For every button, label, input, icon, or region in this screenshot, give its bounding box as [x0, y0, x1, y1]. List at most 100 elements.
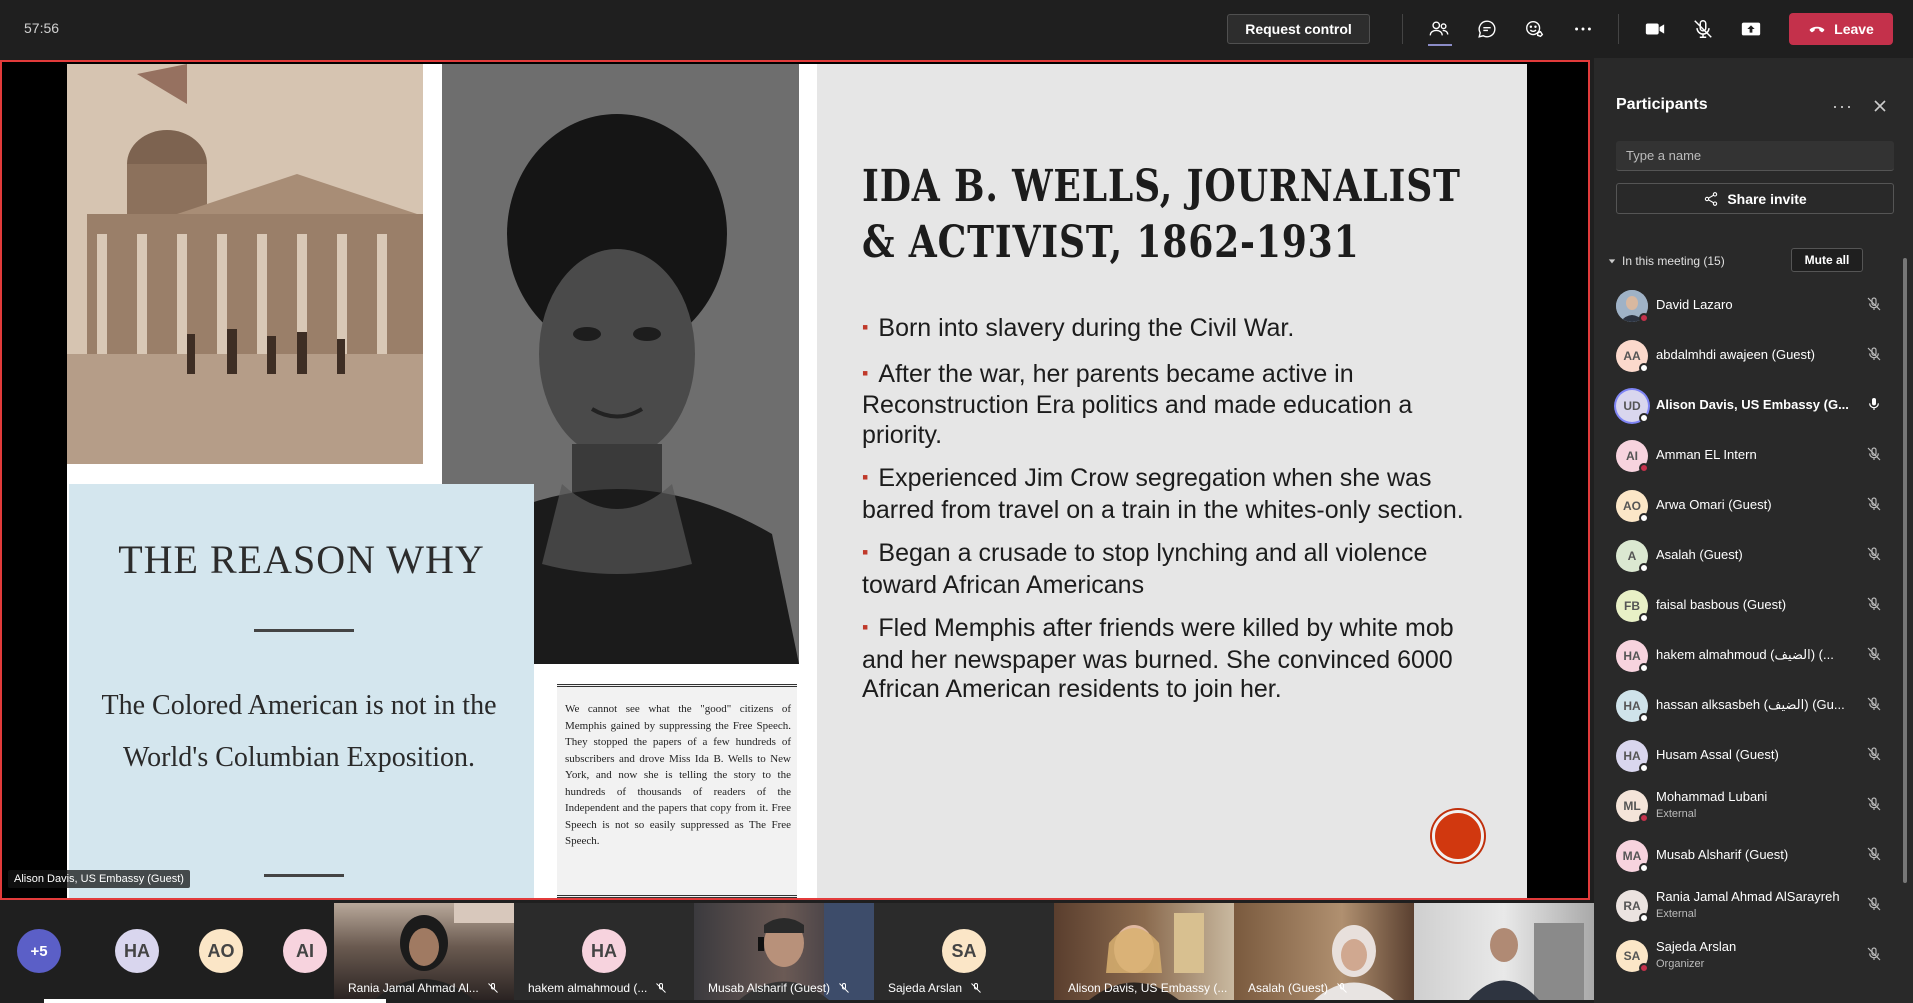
request-control-button[interactable]: Request control — [1227, 14, 1370, 44]
newspaper-clipping: We cannot see what the "good" citizens o… — [557, 684, 797, 898]
share-invite-button[interactable]: Share invite — [1616, 183, 1894, 214]
reactions-icon[interactable] — [1520, 14, 1550, 44]
mic-off-icon — [656, 983, 667, 993]
leave-label: Leave — [1834, 21, 1874, 37]
participant-row[interactable]: AI Amman EL Intern — [1594, 430, 1894, 480]
tile-name-label: Musab Alsharif (Guest) — [708, 981, 850, 995]
chat-icon[interactable] — [1472, 14, 1502, 44]
pamphlet-title: THE REASON WHY — [118, 537, 485, 582]
participant-tile[interactable]: SA Sajeda Arslan — [874, 903, 1054, 1000]
avatar: ML — [1616, 790, 1649, 823]
participant-video-tile[interactable] — [1414, 903, 1594, 1000]
tile-name-label: Rania Jamal Ahmad Al... — [348, 981, 499, 995]
mic-off-icon[interactable] — [1866, 296, 1882, 312]
participant-row[interactable]: HA Husam Assal (Guest) — [1594, 730, 1894, 780]
mic-off-icon[interactable] — [1866, 446, 1882, 462]
meeting-toolbar: 57:56 Request control Leave — [0, 0, 1913, 58]
mic-off-icon[interactable] — [1866, 546, 1882, 562]
participant-video-tile[interactable]: Alison Davis, US Embassy (... — [1054, 903, 1234, 1000]
strip-avatar-tile[interactable]: AO — [180, 903, 262, 1000]
participant-row[interactable]: RA Rania Jamal Ahmad AlSarayreh External — [1594, 880, 1894, 930]
mic-off-icon[interactable] — [1866, 946, 1882, 962]
presence-status-icon — [1639, 763, 1649, 773]
avatar: AO — [199, 929, 243, 973]
mic-off-icon[interactable] — [1688, 14, 1718, 44]
share-tray-icon[interactable] — [1736, 14, 1766, 44]
participant-search-input[interactable] — [1616, 141, 1894, 171]
mute-all-button[interactable]: Mute all — [1791, 248, 1863, 272]
in-meeting-section-header[interactable]: In this meeting (15) — [1608, 254, 1725, 268]
leave-button[interactable]: Leave — [1789, 13, 1893, 45]
participant-row[interactable]: SA Sajeda Arslan Organizer — [1594, 930, 1894, 980]
participant-name: Amman EL Intern — [1656, 447, 1757, 462]
presence-status-icon — [1639, 563, 1649, 573]
participant-role: Organizer — [1656, 958, 1705, 970]
participant-name: Mohammad Lubani — [1656, 789, 1768, 804]
video-strip: HA AO AI Rania Jamal Ahmad Al... HA hake… — [0, 903, 1594, 1003]
avatar: AO — [1616, 490, 1649, 523]
panel-more-icon[interactable]: ··· — [1832, 96, 1853, 117]
panel-scrollbar[interactable] — [1903, 258, 1907, 883]
mic-off-icon[interactable] — [1866, 646, 1882, 662]
avatar: HA — [115, 929, 159, 973]
shared-screen: THE REASON WHY The Colored American is n… — [0, 60, 1590, 900]
mic-off-icon[interactable] — [1866, 346, 1882, 362]
mic-on-icon[interactable] — [1866, 396, 1882, 412]
participant-role: External — [1656, 808, 1697, 820]
participant-tile[interactable]: HA hakem almahmoud (... — [514, 903, 694, 1000]
mic-off-icon[interactable] — [1866, 796, 1882, 812]
mic-off-icon[interactable] — [1866, 496, 1882, 512]
participant-row[interactable]: AO Arwa Omari (Guest) — [1594, 480, 1894, 530]
participant-name: Husam Assal (Guest) — [1656, 747, 1779, 762]
avatar: AA — [1616, 340, 1649, 373]
reason-why-pamphlet: THE REASON WHY The Colored American is n… — [69, 484, 534, 898]
participant-row[interactable]: ML Mohammad Lubani External — [1594, 780, 1894, 830]
share-icon — [1705, 191, 1718, 206]
mic-off-icon[interactable] — [1866, 846, 1882, 862]
slide-bullet: ▪ After the war, her parents became activ… — [862, 359, 1413, 449]
presenter-label: Alison Davis, US Embassy (Guest) — [8, 870, 190, 888]
presence-status-icon — [1639, 663, 1649, 673]
presence-status-icon — [1639, 713, 1649, 723]
participant-name: Asalah (Guest) — [1656, 547, 1743, 562]
participant-row[interactable]: David Lazaro — [1594, 280, 1894, 330]
tile-name-label: hakem almahmoud (... — [528, 981, 667, 995]
avatar: HA — [1616, 690, 1649, 723]
participant-row[interactable]: AA abdalmhdi awajeen (Guest) — [1594, 330, 1894, 380]
avatar: FB — [1616, 590, 1649, 623]
slide-record-button[interactable] — [1432, 810, 1484, 862]
mic-off-icon[interactable] — [1866, 596, 1882, 612]
strip-avatar-tile[interactable]: HA — [96, 903, 178, 1000]
participant-row[interactable]: HA hassan alksasbeh (الضيف) (Gu... — [1594, 680, 1894, 730]
slide-bullet: ▪ Fled Memphis after friends were killed … — [862, 614, 1454, 703]
presence-status-icon — [1639, 513, 1649, 523]
camera-icon[interactable] — [1640, 14, 1670, 44]
panel-title: Participants — [1616, 96, 1708, 113]
participant-row[interactable]: HA hakem almahmoud (الضيف) (... — [1594, 630, 1894, 680]
presence-status-icon — [1639, 313, 1649, 323]
more-icon[interactable] — [1568, 14, 1598, 44]
phone-hangup-icon — [1809, 26, 1825, 33]
mic-off-icon[interactable] — [1866, 696, 1882, 712]
participant-row[interactable]: FB faisal basbous (Guest) — [1594, 580, 1894, 630]
participant-video-tile[interactable]: Asalah (Guest) — [1234, 903, 1414, 1000]
toolbar-divider — [1402, 14, 1403, 44]
mic-off-icon — [487, 983, 498, 993]
participant-row[interactable]: UD Alison Davis, US Embassy (G... — [1594, 380, 1894, 430]
participant-video-tile[interactable]: Musab Alsharif (Guest) — [694, 903, 874, 1000]
participant-row[interactable]: A Asalah (Guest) — [1594, 530, 1894, 580]
participant-row[interactable]: MA Musab Alsharif (Guest) — [1594, 830, 1894, 880]
participant-name: Arwa Omari (Guest) — [1656, 497, 1772, 512]
mic-off-icon[interactable] — [1866, 746, 1882, 762]
people-icon[interactable] — [1424, 14, 1454, 44]
presence-status-icon — [1639, 363, 1649, 373]
slide-bullet: ▪ Experienced Jim Crow segregation when s… — [862, 464, 1464, 524]
chevron-down-icon — [1608, 259, 1616, 264]
mic-off-icon[interactable] — [1866, 896, 1882, 912]
participant-video-tile[interactable]: Rania Jamal Ahmad Al... — [334, 903, 514, 1000]
close-icon[interactable] — [1872, 98, 1888, 114]
participant-list: David Lazaro AA abdalmhdi awajeen (Guest) U… — [1594, 280, 1913, 980]
more-participants-badge[interactable]: +5 — [17, 929, 61, 973]
participant-video — [1469, 923, 1584, 1000]
slide-title-line: & ACTIVIST, 1862-1931 — [862, 217, 1360, 268]
